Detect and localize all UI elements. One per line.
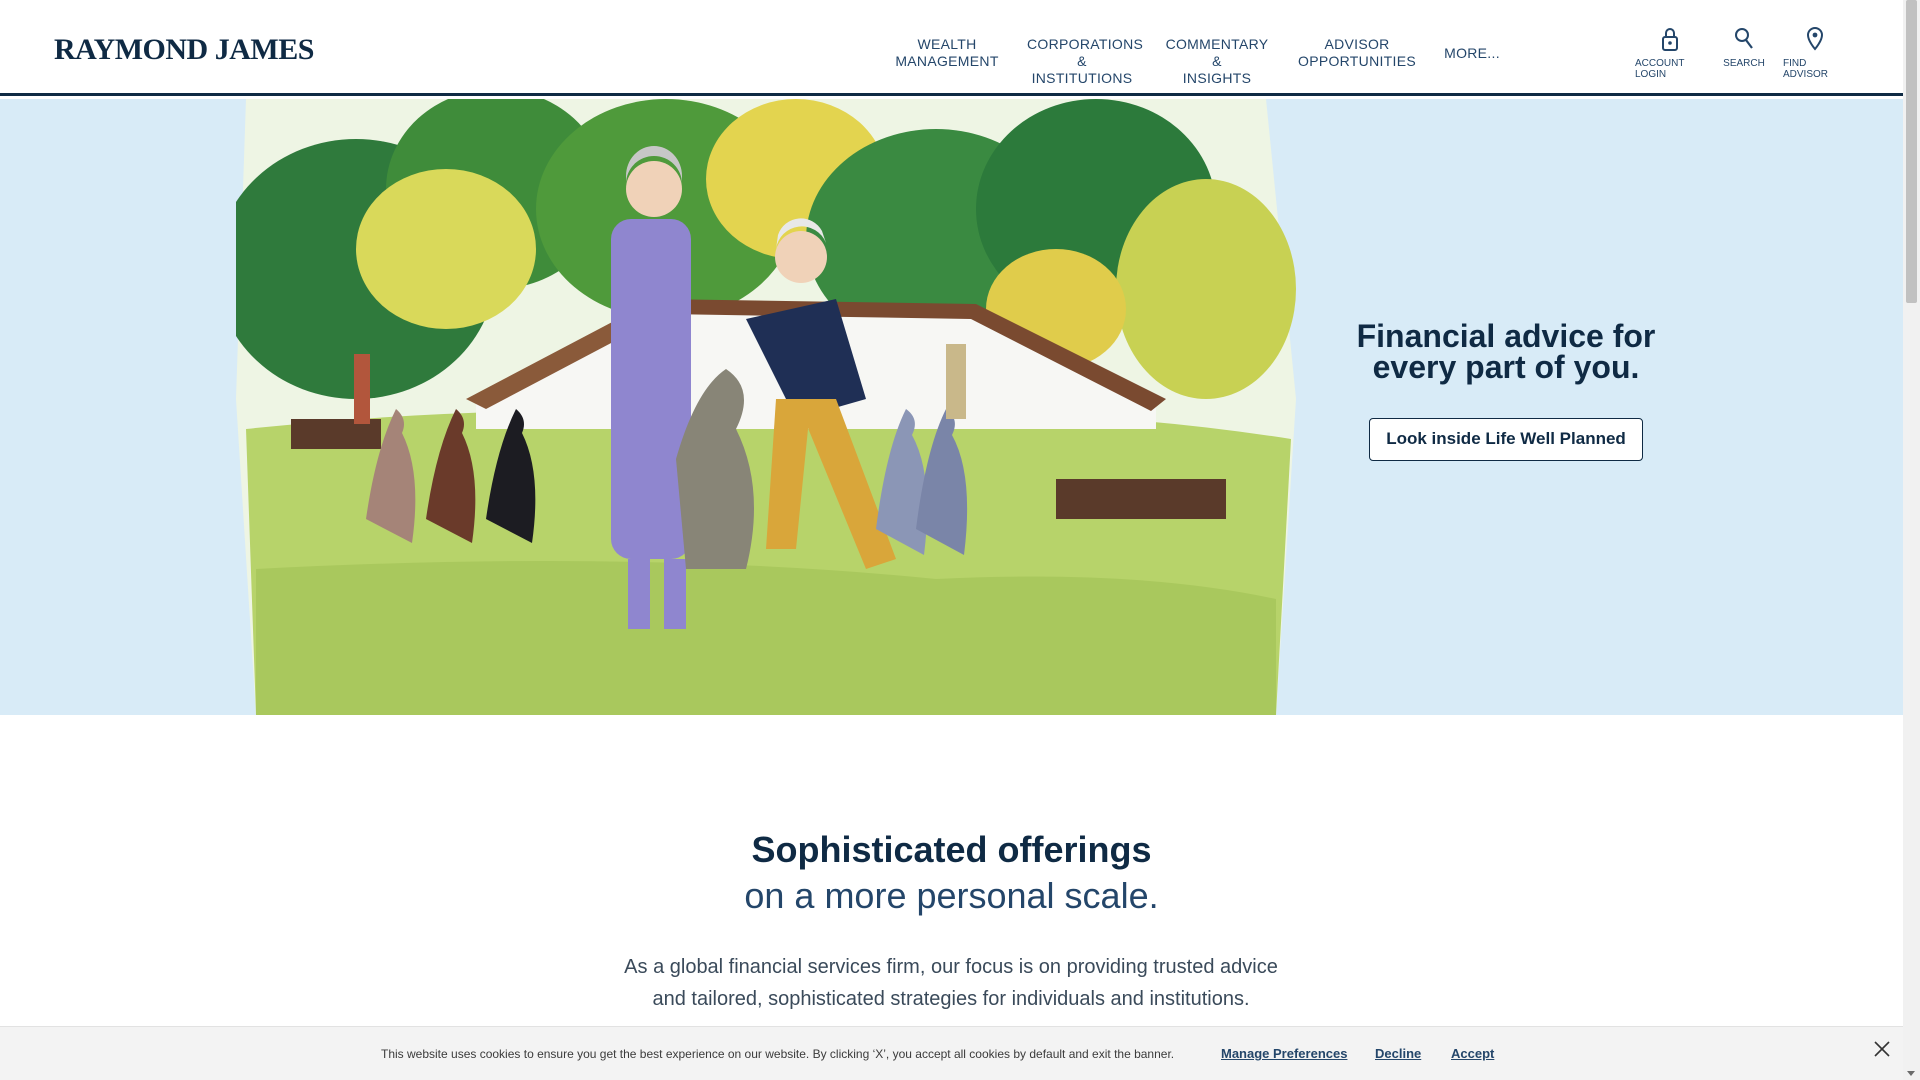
offerings-section: Sophisticated offerings on a more person… — [0, 715, 1903, 1025]
scrollbar-thumb[interactable] — [1906, 0, 1917, 303]
cookie-message: This website uses cookies to ensure you … — [381, 1047, 1175, 1061]
utility-nav: ACCOUNT LOGIN SEARCH FIND ADVISOR — [1635, 26, 1866, 80]
search-icon — [1735, 28, 1753, 49]
nav-label: WEALTH MANAGEMENT — [895, 36, 999, 69]
nav-corporations-institutions[interactable]: CORPORATIONS & INSTITUTIONS — [1027, 36, 1143, 86]
scroll-down-arrow-icon[interactable] — [1907, 1071, 1915, 1076]
find-advisor-link[interactable]: FIND ADVISOR — [1783, 26, 1847, 80]
close-icon[interactable] — [1872, 1039, 1892, 1059]
search-link[interactable]: SEARCH — [1723, 26, 1765, 80]
decline-link[interactable]: Decline — [1375, 1046, 1421, 1061]
location-pin-icon — [1806, 26, 1824, 51]
nav-label: CORPORATIONS & INSTITUTIONS — [1027, 36, 1144, 86]
offerings-title: Sophisticated offerings — [751, 829, 1152, 870]
util-label: ACCOUNT LOGIN — [1635, 58, 1685, 80]
raymond-james-logo[interactable]: RAYMOND JAMES — [54, 33, 314, 67]
page-scrollbar[interactable] — [1903, 0, 1920, 1080]
nav-wealth-management[interactable]: WEALTH MANAGEMENT — [892, 36, 1002, 72]
nav-advisor-opportunities[interactable]: ADVISOR OPPORTUNITIES — [1297, 36, 1417, 72]
manage-preferences-link[interactable]: Manage Preferences — [1221, 1046, 1347, 1061]
lock-icon — [1662, 28, 1678, 51]
hero-copy: Financial advice for every part of you. … — [1336, 318, 1676, 461]
util-label: FIND ADVISOR — [1783, 58, 1829, 80]
nav-more[interactable]: MORE... — [1442, 36, 1502, 72]
nav-commentary-insights[interactable]: COMMENTARY & INSIGHTS — [1162, 36, 1272, 86]
site-header: RAYMOND JAMES WEALTH MANAGEMENT CORPORAT… — [0, 0, 1903, 96]
nav-label: COMMENTARY & INSIGHTS — [1165, 36, 1269, 86]
nav-label: ADVISOR OPPORTUNITIES — [1298, 36, 1416, 69]
nav-label: MORE... — [1444, 45, 1500, 61]
hero-banner: Financial advice for every part of you. … — [0, 99, 1903, 715]
offerings-subtitle: on a more personal scale. — [744, 875, 1159, 916]
cookie-banner: This website uses cookies to ensure you … — [0, 1026, 1903, 1080]
accept-link[interactable]: Accept — [1451, 1046, 1494, 1061]
hero-title: Financial advice for every part of you. — [1356, 318, 1656, 385]
offerings-body: As a global financial services firm, our… — [624, 956, 1278, 1010]
util-label: SEARCH — [1723, 58, 1765, 69]
hero-illustration — [236, 99, 1296, 715]
main-nav: WEALTH MANAGEMENT CORPORATIONS & INSTITU… — [892, 36, 1527, 86]
life-well-planned-button[interactable]: Look inside Life Well Planned — [1369, 418, 1643, 461]
account-login-link[interactable]: ACCOUNT LOGIN — [1635, 26, 1705, 80]
